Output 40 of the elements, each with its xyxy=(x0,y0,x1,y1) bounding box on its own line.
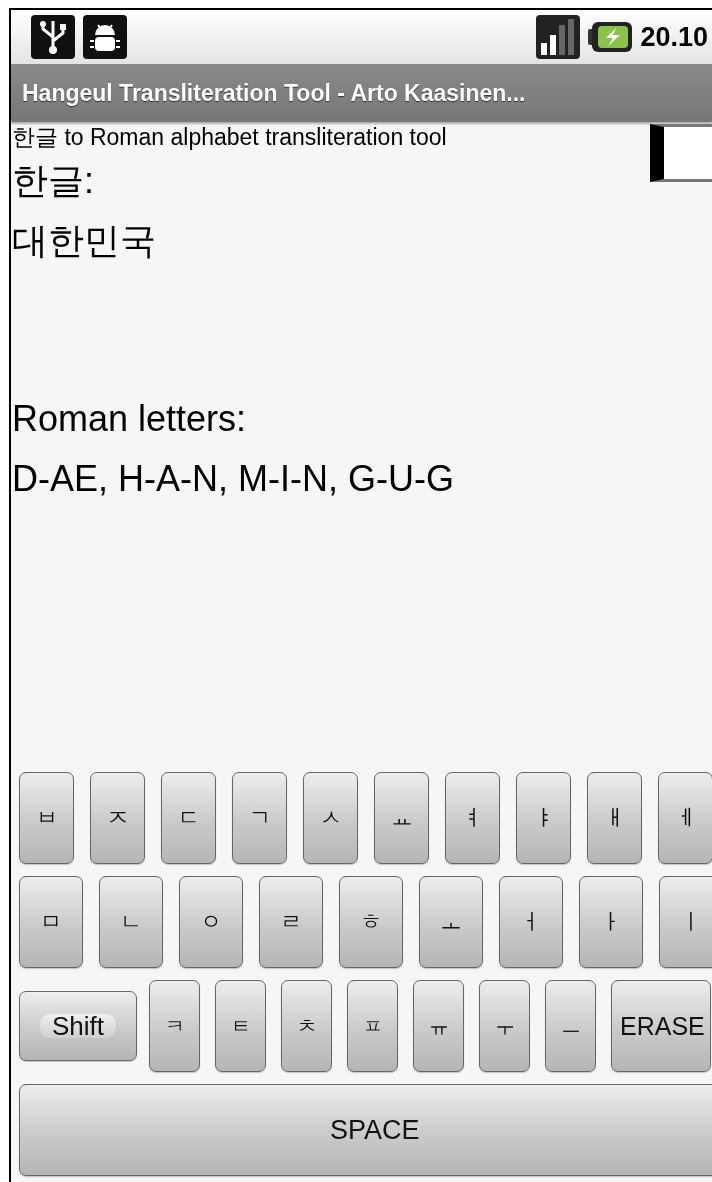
keyboard-key[interactable]: ㄹ xyxy=(259,876,323,968)
keyboard-key[interactable]: ㅜ xyxy=(479,980,530,1072)
shift-key[interactable]: Shift xyxy=(19,991,137,1061)
keyboard-key[interactable]: ㅐ xyxy=(587,772,642,864)
battery-charging-icon xyxy=(588,20,633,54)
keyboard-key[interactable]: ㅠ xyxy=(413,980,464,1072)
keyboard-key[interactable]: ㅏ xyxy=(579,876,643,968)
keyboard-key[interactable]: ㅋ xyxy=(149,980,200,1072)
keyboard-key[interactable]: ㅣ xyxy=(659,876,712,968)
keyboard-key[interactable]: ㅛ xyxy=(374,772,429,864)
keyboard-key[interactable]: ㅇ xyxy=(179,876,243,968)
keyboard-key[interactable]: ㅗ xyxy=(419,876,483,968)
output-text: D-AE, H-A-N, M-I-N, G-U-G xyxy=(12,458,454,500)
keyboard-key[interactable]: ㅓ xyxy=(499,876,563,968)
erase-key[interactable]: ERASE xyxy=(611,980,711,1072)
keyboard-key[interactable]: ㅑ xyxy=(516,772,571,864)
keyboard-key[interactable]: ㅊ xyxy=(281,980,332,1072)
keyboard-key[interactable]: ㅈ xyxy=(90,772,145,864)
keyboard-key[interactable]: ㅍ xyxy=(347,980,398,1072)
clock-time: 20.10 xyxy=(640,21,708,53)
keyboard-key[interactable]: ㄷ xyxy=(161,772,216,864)
input-label: 한글: xyxy=(12,160,94,202)
subtitle-text: 한글 to Roman alphabet transliteration tool xyxy=(12,123,447,152)
keyboard-key[interactable]: ㅁ xyxy=(19,876,83,968)
keyboard-key[interactable]: ㄱ xyxy=(232,772,287,864)
keyboard-key[interactable]: ㅕ xyxy=(445,772,500,864)
keyboard-key[interactable]: ㄴ xyxy=(99,876,163,968)
input-text: 대한민국 xyxy=(12,220,156,262)
signal-icon xyxy=(536,15,581,59)
keyboard-key[interactable]: ㅔ xyxy=(658,772,712,864)
space-key[interactable]: SPACE xyxy=(19,1084,712,1176)
output-label: Roman letters: xyxy=(12,398,247,440)
keyboard-key[interactable]: ㅡ xyxy=(545,980,596,1072)
keyboard-key[interactable]: ㅎ xyxy=(339,876,403,968)
usb-icon xyxy=(31,15,75,59)
keyboard-key[interactable]: ㅅ xyxy=(303,772,358,864)
keyboard-key[interactable]: ㅂ xyxy=(19,772,74,864)
bug-icon xyxy=(83,15,127,59)
keyboard-key[interactable]: ㅌ xyxy=(215,980,266,1072)
app-title: Hangeul Transliteration Tool - Arto Kaasinen... xyxy=(22,79,526,107)
